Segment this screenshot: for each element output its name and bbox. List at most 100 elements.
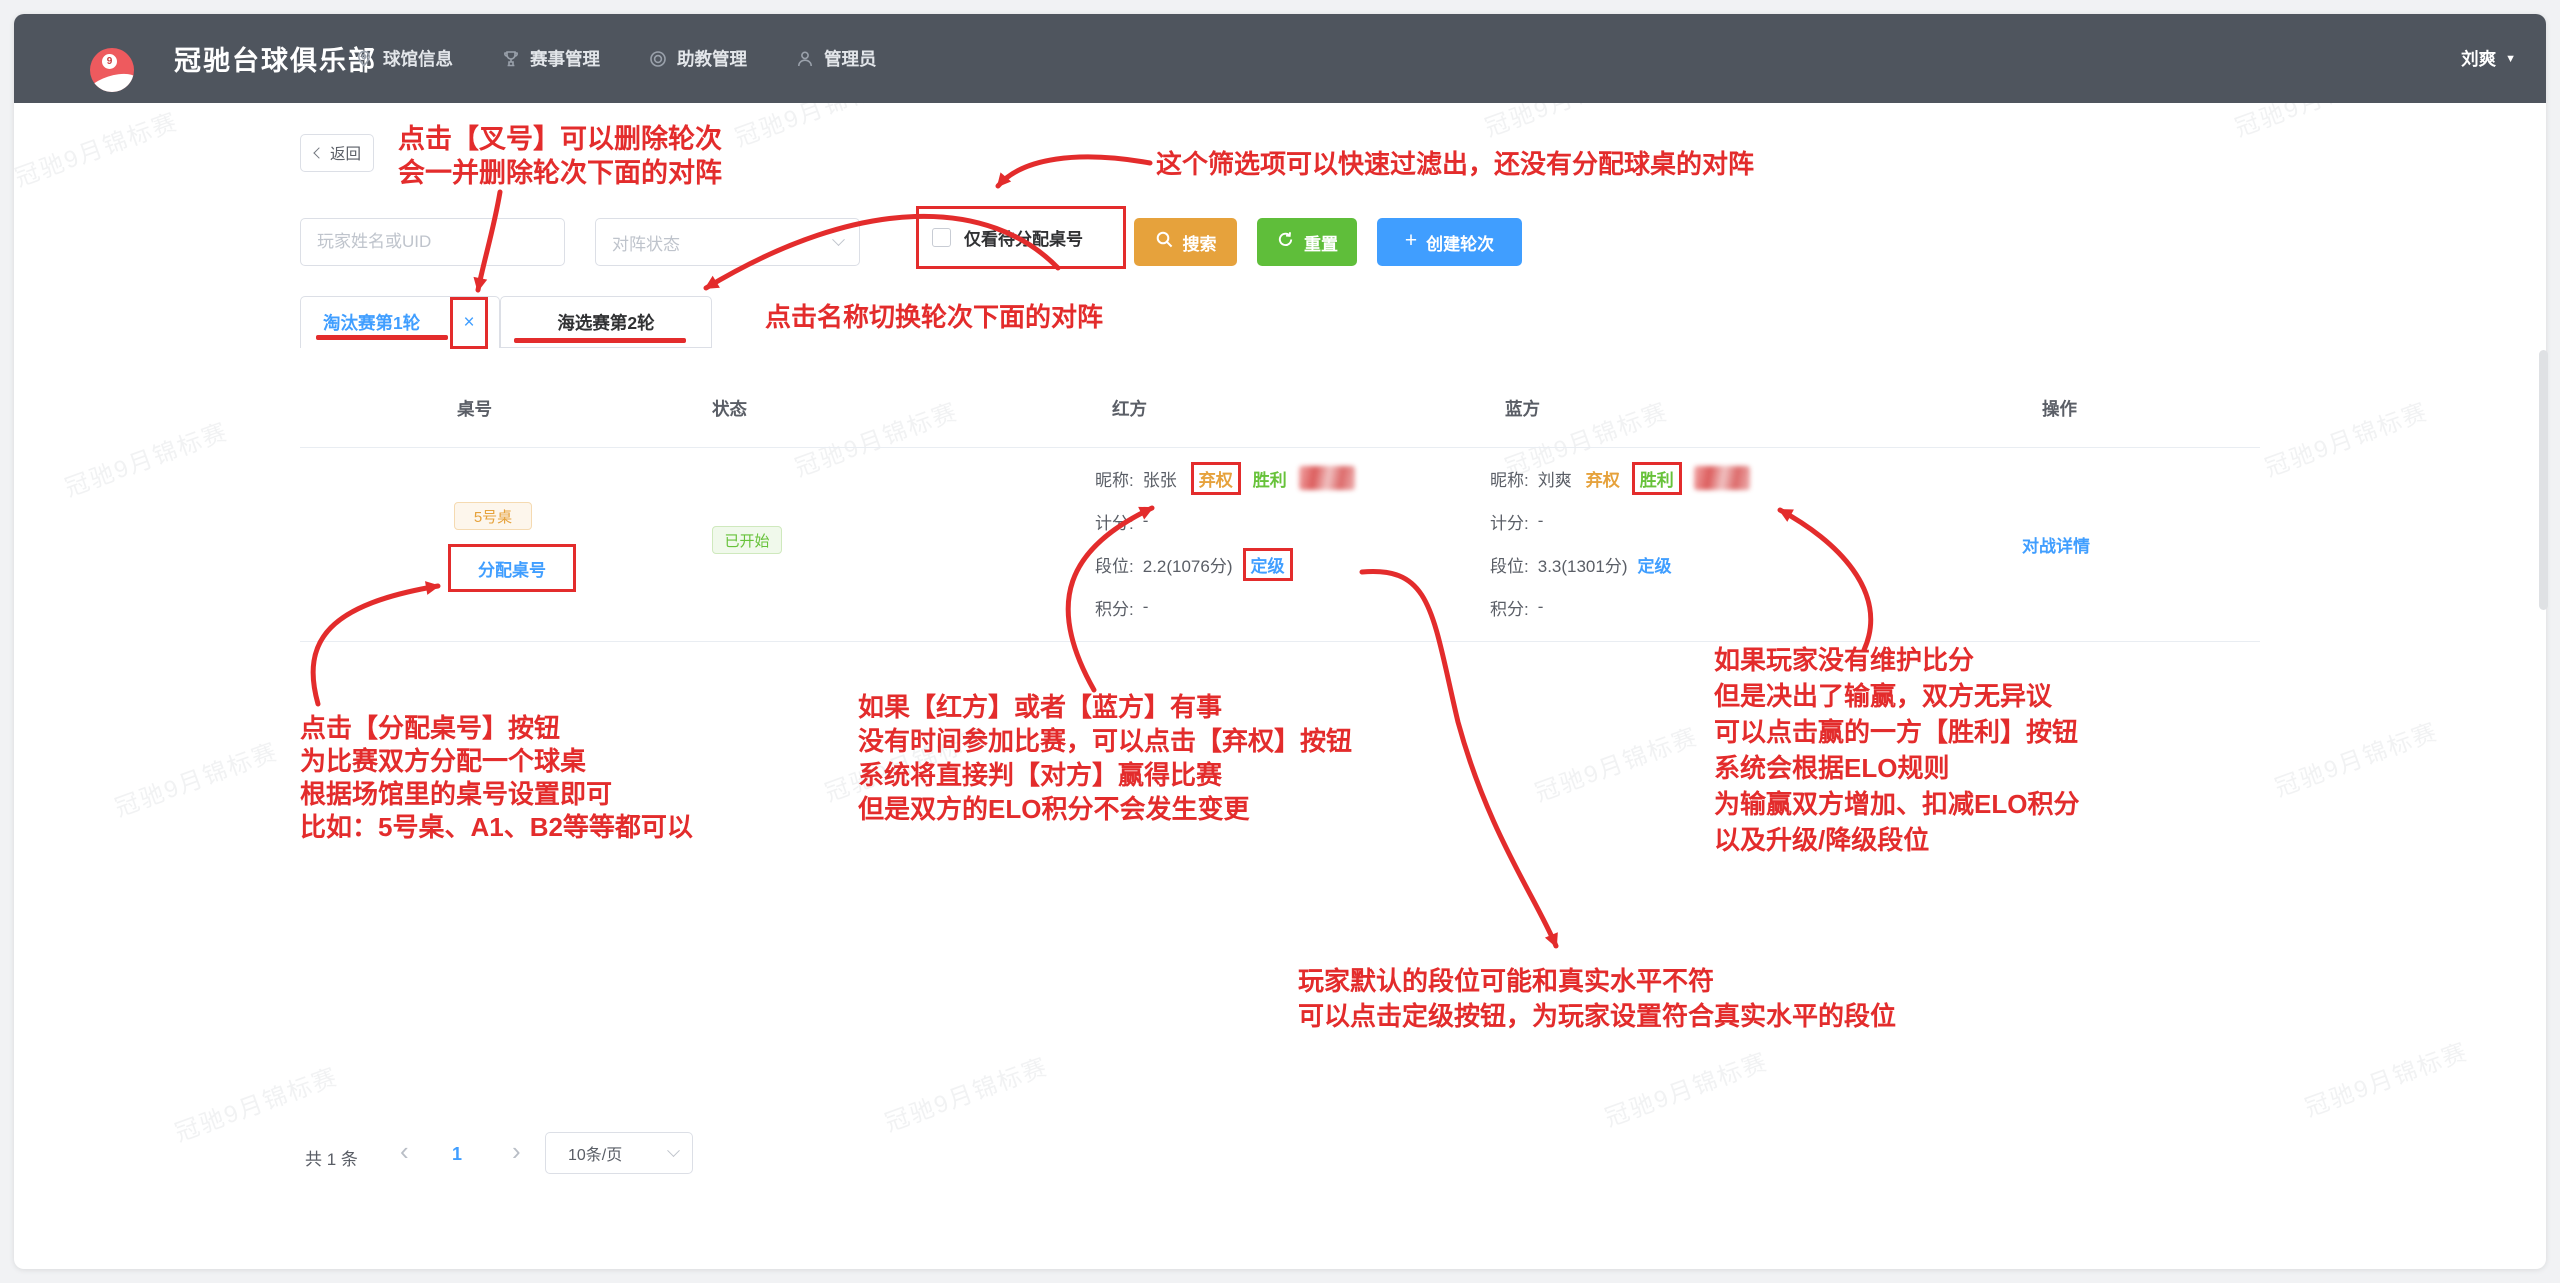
red-rank: 2.2(1076分): [1143, 552, 1233, 577]
annotation-line: 可以点击赢的一方【胜利】按钮: [1714, 714, 2079, 750]
search-icon: [1155, 230, 1174, 254]
top-navbar: 9 冠驰台球俱乐部 球馆信息: [14, 14, 2546, 103]
col-header-blue-side: 蓝方: [1505, 396, 1540, 421]
nav-item-label: 管理员: [824, 46, 877, 71]
col-header-actions: 操作: [2042, 396, 2077, 421]
annotation-line: 如果【红方】或者【蓝方】有事: [858, 690, 1352, 724]
col-header-table-no: 桌号: [457, 396, 492, 421]
red-rank-line: 段位: 2.2(1076分) 定级: [1095, 552, 1355, 576]
chevron-down-icon: [832, 233, 845, 246]
annotation-victory-tip: 如果玩家没有维护比分 但是决出了输赢，双方无异议 可以点击赢的一方【胜利】按钮 …: [1714, 642, 2079, 858]
blue-rank: 3.3(1301分): [1538, 552, 1628, 577]
rank-label: 段位:: [1490, 552, 1529, 577]
match-status-select[interactable]: 对阵状态: [595, 218, 860, 266]
annotation-line: 为比赛双方分配一个球桌: [300, 745, 693, 778]
scrollbar-thumb[interactable]: [2539, 350, 2548, 610]
annotation-line: 这个筛选项可以快速过滤出，还没有分配球桌的对阵: [1156, 147, 1754, 181]
pagination-prev-button[interactable]: ‹: [400, 1136, 409, 1167]
blue-score: -: [1538, 511, 1544, 531]
logo-stripe: [90, 68, 134, 92]
annotation-assign-table-tip: 点击【分配桌号】按钮 为比赛双方分配一个球桌 根据场馆里的桌号设置即可 比如：5…: [300, 712, 693, 844]
nav-item-admin[interactable]: 管理员: [795, 46, 877, 71]
club-logo: 9: [90, 48, 134, 92]
blue-nickname-line: 昵称: 刘爽 弃权 胜利: [1490, 466, 1750, 490]
location-pin-icon: [354, 49, 374, 69]
redacted-blur: [1694, 466, 1750, 490]
chevron-left-icon: [313, 147, 324, 158]
red-set-rank-button[interactable]: 定级: [1243, 548, 1293, 581]
page: 冠驰9月锦标赛 冠驰9月锦标赛 冠驰9月锦标赛 冠驰9月锦标赛 冠驰9月锦标赛 …: [0, 0, 2560, 1283]
brand-title: 冠驰台球俱乐部: [174, 14, 377, 103]
only-unassigned-label[interactable]: 仅看待分配桌号: [964, 225, 1083, 250]
annotation-line: 为输赢双方增加、扣减ELO积分: [1714, 786, 2079, 822]
blue-side-cell: 昵称: 刘爽 弃权 胜利 计分: - 段位: 3.3(1301分) 定级 积分:…: [1490, 466, 1750, 638]
blue-victory-button[interactable]: 胜利: [1632, 462, 1682, 495]
annotation-rank-tip: 玩家默认的段位可能和真实水平不符 可以点击定级按钮，为玩家设置符合真实水平的段位: [1298, 964, 1896, 1034]
blue-set-rank-button[interactable]: 定级: [1638, 552, 1672, 577]
page-size-select[interactable]: 10条/页: [545, 1132, 693, 1174]
player-search-input[interactable]: [317, 232, 548, 252]
annotation-underline: [316, 335, 448, 340]
create-round-button[interactable]: + 创建轮次: [1377, 218, 1522, 266]
assign-table-button[interactable]: 分配桌号: [478, 556, 546, 581]
annotation-switch-tab-tip: 点击名称切换轮次下面的对阵: [765, 300, 1103, 334]
blue-score-line: 计分: -: [1490, 509, 1750, 533]
red-score: -: [1143, 511, 1149, 531]
status-badge: 已开始: [712, 526, 782, 554]
create-round-label: 创建轮次: [1426, 230, 1494, 255]
blue-points-line: 积分: -: [1490, 595, 1750, 619]
nickname-label: 昵称:: [1490, 466, 1529, 491]
pagination-total: 共 1 条: [305, 1145, 358, 1170]
nav-menu: 球馆信息 赛事管理 助教管理: [354, 14, 877, 103]
tab-round-2-label[interactable]: 海选赛第2轮: [557, 310, 654, 335]
col-header-status: 状态: [712, 396, 747, 421]
red-points: -: [1143, 597, 1149, 617]
red-victory-button[interactable]: 胜利: [1253, 466, 1287, 491]
tab-close-highlight: ×: [450, 297, 488, 349]
nav-item-label: 球馆信息: [383, 46, 453, 71]
player-search-field[interactable]: [300, 218, 565, 266]
user-name: 刘爽: [2461, 46, 2496, 71]
back-button[interactable]: 返回: [300, 134, 374, 172]
red-forfeit-button[interactable]: 弃权: [1191, 462, 1241, 495]
col-header-red-side: 红方: [1112, 396, 1147, 421]
match-detail-link[interactable]: 对战详情: [2022, 532, 2090, 557]
assign-table-highlight: 分配桌号: [448, 544, 576, 592]
red-nickname: 张张: [1143, 466, 1177, 491]
annotation-line: 系统将直接判【对方】赢得比赛: [858, 758, 1352, 792]
red-nickname-line: 昵称: 张张 弃权 胜利: [1095, 466, 1355, 490]
only-unassigned-filter-highlight: 仅看待分配桌号: [916, 206, 1126, 269]
search-label: 搜索: [1183, 230, 1217, 255]
annotation-underline: [514, 338, 686, 343]
chevron-down-icon: [667, 1144, 680, 1157]
blue-points: -: [1538, 597, 1544, 617]
coach-icon: [648, 49, 668, 69]
blue-nickname: 刘爽: [1538, 466, 1572, 491]
annotation-line: 会一并删除轮次下面的对阵: [398, 156, 722, 190]
annotation-line: 以及升级/降级段位: [1714, 822, 2079, 858]
user-menu[interactable]: 刘爽 ▼: [2461, 14, 2516, 103]
nav-item-venue-info[interactable]: 球馆信息: [354, 46, 453, 71]
score-label: 计分:: [1095, 509, 1134, 534]
blue-forfeit-button[interactable]: 弃权: [1586, 466, 1620, 491]
tab-round-1-label[interactable]: 淘汰赛第1轮: [323, 310, 420, 335]
only-unassigned-checkbox[interactable]: [932, 228, 951, 247]
caret-down-icon: ▼: [2505, 53, 2516, 65]
nav-item-label: 赛事管理: [530, 46, 600, 71]
nav-item-event-manage[interactable]: 赛事管理: [501, 46, 600, 71]
pagination-next-button[interactable]: ›: [512, 1136, 521, 1167]
annotation-line: 系统会根据ELO规则: [1714, 750, 2079, 786]
nav-item-coach-manage[interactable]: 助教管理: [648, 46, 747, 71]
annotation-line: 但是双方的ELO积分不会发生变更: [858, 792, 1352, 826]
points-label: 积分:: [1095, 595, 1134, 620]
tab-close-icon[interactable]: ×: [463, 312, 474, 334]
reset-button[interactable]: 重置: [1257, 218, 1357, 266]
rank-label: 段位:: [1095, 552, 1134, 577]
annotation-line: 没有时间参加比赛，可以点击【弃权】按钮: [858, 724, 1352, 758]
search-button[interactable]: 搜索: [1134, 218, 1237, 266]
annotation-line: 比如：5号桌、A1、B2等等都可以: [300, 811, 693, 844]
reset-label: 重置: [1304, 230, 1338, 255]
pagination-page-1[interactable]: 1: [452, 1144, 462, 1165]
annotation-line: 玩家默认的段位可能和真实水平不符: [1298, 964, 1896, 999]
plus-icon: +: [1405, 229, 1417, 253]
